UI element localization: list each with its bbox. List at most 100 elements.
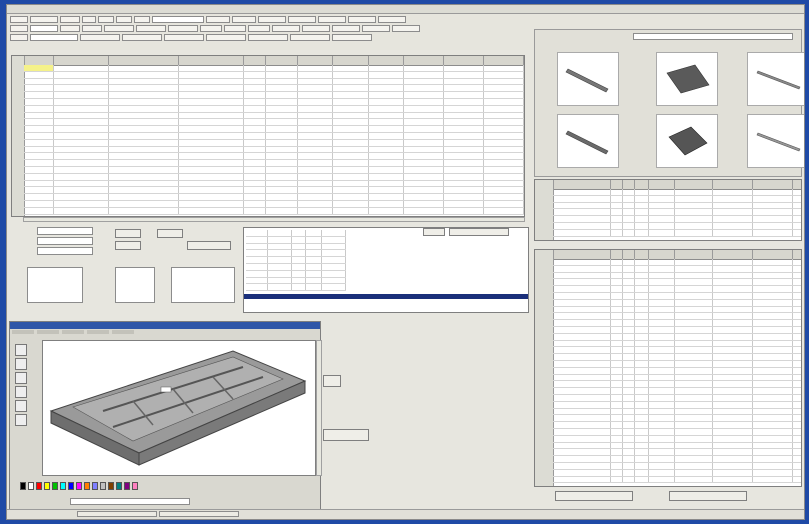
- table-cell[interactable]: [24, 153, 54, 160]
- table-cell[interactable]: [404, 71, 444, 78]
- table-cell[interactable]: [675, 326, 713, 333]
- table-cell[interactable]: [54, 92, 109, 98]
- side-button[interactable]: [323, 429, 369, 441]
- table-row[interactable]: [24, 132, 524, 140]
- table-cell[interactable]: [322, 263, 346, 270]
- table-cell[interactable]: [24, 65, 54, 71]
- form-textarea[interactable]: [171, 267, 235, 303]
- table-cell[interactable]: [244, 146, 266, 153]
- table-cell[interactable]: [333, 119, 369, 126]
- table-cell[interactable]: [298, 78, 333, 85]
- table-cell[interactable]: [109, 78, 179, 85]
- table-cell[interactable]: [404, 132, 444, 139]
- toolbar-button[interactable]: [134, 16, 150, 23]
- table-cell[interactable]: [404, 119, 444, 126]
- viewer-menu-item[interactable]: [112, 330, 134, 334]
- zoom-tool-icon[interactable]: [15, 386, 27, 398]
- table-cell[interactable]: [623, 313, 635, 320]
- table-cell[interactable]: [623, 469, 635, 476]
- table-cell[interactable]: [553, 279, 611, 286]
- table-cell[interactable]: [244, 187, 266, 194]
- table-cell[interactable]: [623, 202, 635, 209]
- table-cell[interactable]: [484, 119, 524, 126]
- table-cell[interactable]: [553, 428, 611, 435]
- table-cell[interactable]: [484, 132, 524, 139]
- toolbar-button[interactable]: [122, 34, 162, 41]
- table-cell[interactable]: [179, 92, 244, 98]
- table-cell[interactable]: [611, 340, 623, 347]
- table-cell[interactable]: [753, 449, 793, 456]
- rotate-tool-icon[interactable]: [15, 358, 27, 370]
- table-cell[interactable]: [54, 132, 109, 139]
- table-cell[interactable]: [266, 112, 298, 119]
- table-cell[interactable]: [24, 105, 54, 112]
- table-cell[interactable]: [553, 388, 611, 394]
- thumbnail-3[interactable]: [747, 52, 804, 106]
- table-row[interactable]: [553, 408, 801, 416]
- table-cell[interactable]: [109, 71, 179, 78]
- table-cell[interactable]: [649, 209, 675, 216]
- toolbar-button[interactable]: [392, 25, 420, 32]
- table-cell[interactable]: [713, 449, 753, 456]
- table-cell[interactable]: [675, 209, 713, 216]
- table-cell[interactable]: [635, 286, 649, 292]
- table-row[interactable]: [24, 126, 524, 133]
- toolbar-button[interactable]: [332, 25, 360, 32]
- table-cell[interactable]: [635, 367, 649, 374]
- table-cell[interactable]: [713, 306, 753, 313]
- table-cell[interactable]: [623, 333, 635, 340]
- table-cell[interactable]: [266, 92, 298, 98]
- table-cell[interactable]: [611, 360, 623, 367]
- table-cell[interactable]: [369, 207, 404, 214]
- table-cell[interactable]: [623, 347, 635, 354]
- pan-tool-icon[interactable]: [15, 372, 27, 384]
- table-cell[interactable]: [109, 146, 179, 153]
- table-cell[interactable]: [306, 263, 322, 270]
- table-cell[interactable]: [444, 71, 484, 78]
- table-cell[interactable]: [635, 229, 649, 236]
- table-cell[interactable]: [444, 85, 484, 92]
- table-cell[interactable]: [713, 209, 753, 216]
- table-cell[interactable]: [298, 160, 333, 166]
- table-cell[interactable]: [611, 401, 623, 408]
- table-cell[interactable]: [369, 194, 404, 200]
- table-cell[interactable]: [713, 313, 753, 320]
- table-cell[interactable]: [24, 207, 54, 214]
- table-cell[interactable]: [246, 263, 268, 270]
- table-cell[interactable]: [333, 187, 369, 194]
- table-cell[interactable]: [298, 132, 333, 139]
- table-cell[interactable]: [292, 250, 306, 257]
- toolbar-button[interactable]: [318, 16, 346, 23]
- table-cell[interactable]: [244, 78, 266, 85]
- thumbnail-4[interactable]: [557, 114, 619, 168]
- table-cell[interactable]: [244, 153, 266, 160]
- table-cell[interactable]: [246, 277, 268, 284]
- table-cell[interactable]: [444, 112, 484, 119]
- right-lower-grid[interactable]: [534, 249, 802, 487]
- table-cell[interactable]: [623, 286, 635, 292]
- table-cell[interactable]: [713, 401, 753, 408]
- table-cell[interactable]: [649, 340, 675, 347]
- table-cell[interactable]: [675, 394, 713, 401]
- table-cell[interactable]: [635, 388, 649, 394]
- table-cell[interactable]: [611, 299, 623, 306]
- table-cell[interactable]: [675, 422, 713, 428]
- table-cell[interactable]: [244, 71, 266, 78]
- table-cell[interactable]: [292, 263, 306, 270]
- table-cell[interactable]: [24, 132, 54, 139]
- main-grid-hscrollbar[interactable]: [23, 217, 525, 222]
- table-row[interactable]: [553, 367, 801, 375]
- table-cell[interactable]: [623, 279, 635, 286]
- table-cell[interactable]: [54, 200, 109, 207]
- table-cell[interactable]: [713, 333, 753, 340]
- table-cell[interactable]: [444, 146, 484, 153]
- table-cell[interactable]: [246, 284, 268, 291]
- table-cell[interactable]: [635, 326, 649, 333]
- table-row[interactable]: [24, 207, 524, 215]
- table-cell[interactable]: [484, 105, 524, 112]
- table-cell[interactable]: [753, 326, 793, 333]
- table-cell[interactable]: [713, 195, 753, 202]
- table-cell[interactable]: [753, 229, 793, 236]
- table-cell[interactable]: [635, 360, 649, 367]
- table-cell[interactable]: [179, 194, 244, 200]
